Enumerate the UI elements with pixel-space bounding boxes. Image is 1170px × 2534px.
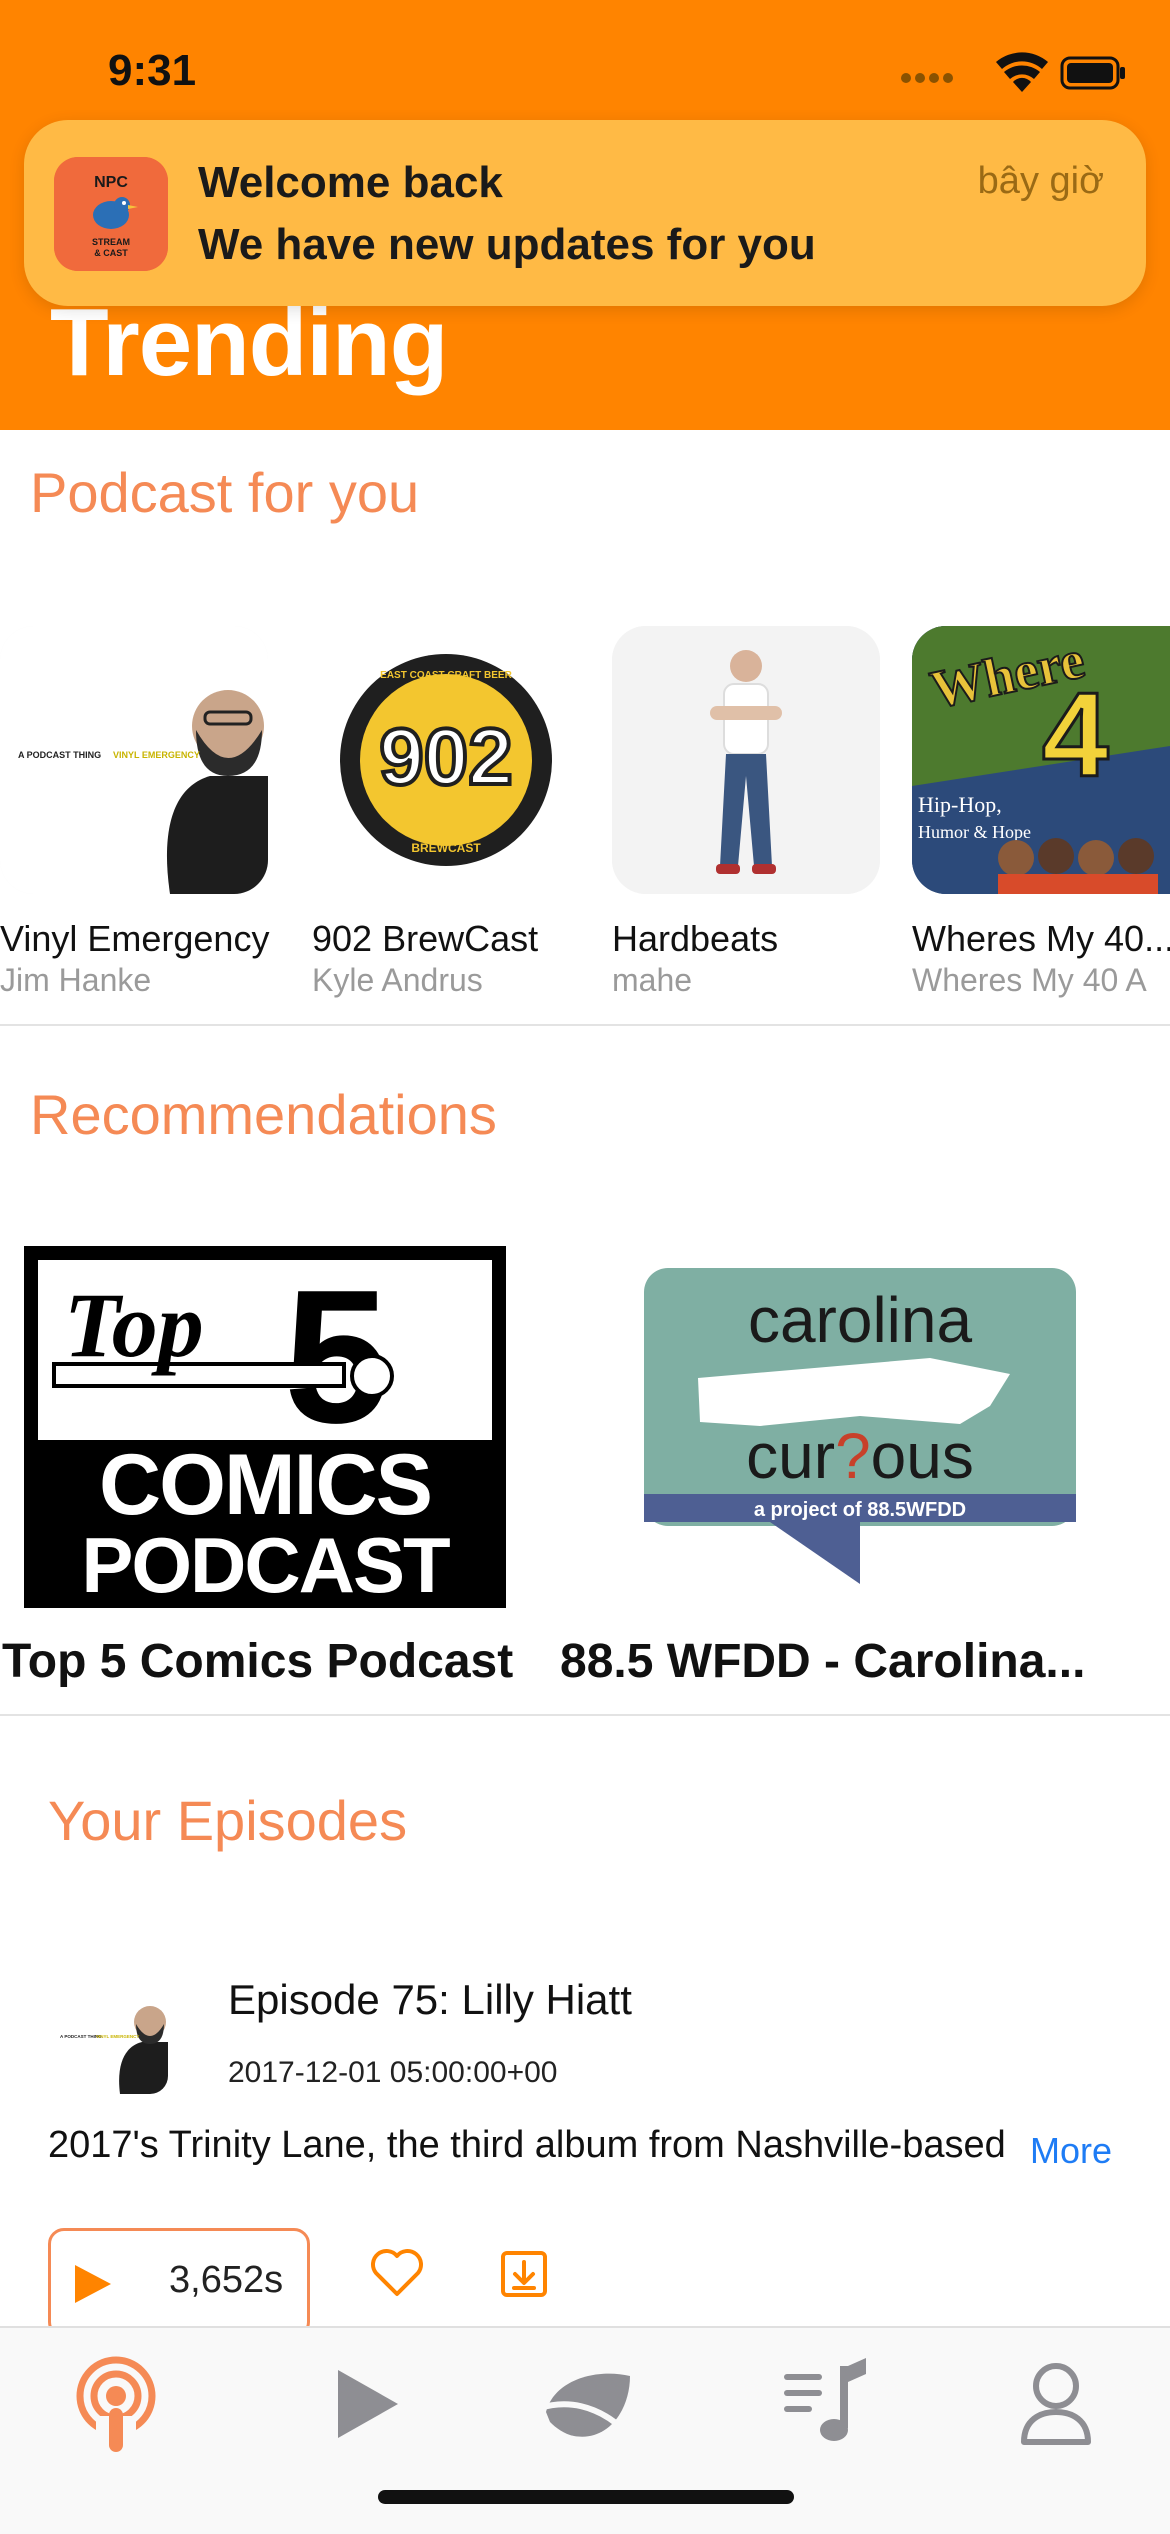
svg-text:Humor & Hope: Humor & Hope	[918, 822, 1031, 842]
episode-artwork: A PODCAST THING VINYL EMERGENCY	[56, 1982, 168, 2094]
svg-text:& CAST: & CAST	[94, 248, 128, 258]
section-divider	[0, 1024, 1170, 1026]
svg-text:VINYL EMERGENCY: VINYL EMERGENCY	[96, 2034, 139, 2039]
art-caption: Hip-Hop,	[918, 792, 1002, 817]
notification-time: bây giờ	[977, 160, 1104, 202]
more-link[interactable]: More	[1030, 2130, 1112, 2172]
episode-description: 2017's Trinity Lane, the third album fro…	[48, 2124, 1006, 2166]
tab-player[interactable]	[306, 2356, 426, 2456]
podcast-title: Wheres My 40...	[912, 918, 1170, 959]
svg-text:COMICS: COMICS	[99, 1437, 431, 1533]
podcast-artwork	[612, 626, 880, 894]
battery-icon	[1060, 56, 1125, 90]
status-icons	[901, 52, 1125, 92]
section-title-recommendations: Recommendations	[30, 1083, 497, 1146]
svg-text:A PODCAST THING: A PODCAST THING	[18, 750, 101, 760]
recommendation-title: Top 5 Comics Podcast	[2, 1635, 514, 1688]
episode-title[interactable]: Episode 75: Lilly Hiatt	[228, 1976, 632, 2024]
playlist-icon	[784, 2358, 866, 2441]
podcast-author: Jim Hanke	[0, 962, 152, 998]
section-divider	[0, 1714, 1170, 1716]
svg-text:NPC: NPC	[94, 174, 128, 191]
svg-text:EAST COAST CRAFT BEER: EAST COAST CRAFT BEER	[380, 670, 512, 681]
signal-icon	[901, 73, 953, 83]
svg-text:Top: Top	[64, 1274, 204, 1376]
home-indicator[interactable]	[378, 2490, 794, 2504]
episode-date: 2017-12-01 05:00:00+00	[228, 2056, 558, 2089]
heart-icon[interactable]	[370, 2248, 424, 2298]
svg-text:902: 902	[379, 712, 512, 801]
podcast-artwork: 902 EAST COAST CRAFT BEER BREWCAST	[312, 626, 580, 894]
bird-logo-icon: NPC STREAM & CAST	[54, 157, 168, 271]
podcast-author: mahe	[612, 962, 693, 998]
wifi-icon	[996, 52, 1048, 92]
notification-title: Welcome back	[198, 158, 503, 207]
podcast-title: Vinyl Emergency	[0, 918, 270, 959]
episode-duration: 3,652s	[169, 2259, 284, 2301]
podcast-icon	[76, 2356, 156, 2456]
svg-text:carolina: carolina	[748, 1284, 973, 1356]
play-icon	[338, 2370, 398, 2438]
tab-playlist[interactable]	[766, 2356, 886, 2456]
recommendation-artwork: carolina cur?ous a project of 88.5WFDD	[560, 1246, 1080, 1608]
profile-icon	[1021, 2363, 1091, 2445]
svg-text:BREWCAST: BREWCAST	[411, 841, 481, 855]
recommendation-title: 88.5 WFDD - Carolina...	[560, 1635, 1086, 1688]
svg-text:cur?ous: cur?ous	[746, 1420, 974, 1492]
podcast-title: 902 BrewCast	[312, 918, 539, 959]
svg-text:PODCAST: PODCAST	[81, 1521, 450, 1608]
svg-text:STREAM: STREAM	[92, 237, 130, 247]
play-button[interactable]: 3,652s	[48, 2228, 310, 2338]
section-title-episodes: Your Episodes	[48, 1789, 408, 1852]
svg-text:4: 4	[1042, 668, 1109, 802]
app-icon: NPC STREAM & CAST	[54, 157, 168, 271]
svg-text:VINYL EMERGENCY: VINYL EMERGENCY	[113, 750, 200, 760]
podcast-author: Wheres My 40 A	[912, 962, 1147, 998]
tab-podcasts[interactable]	[56, 2356, 176, 2456]
notification-banner[interactable]: NPC STREAM & CAST Welcome back We have n…	[24, 120, 1146, 306]
podcast-author: Kyle Andrus	[312, 962, 483, 998]
svg-text:a project of 88.5WFDD: a project of 88.5WFDD	[754, 1499, 966, 1521]
tab-profile[interactable]	[996, 2356, 1116, 2456]
section-title-podcasts: Podcast for you	[30, 461, 420, 524]
play-icon	[75, 2265, 111, 2303]
tab-discover[interactable]	[526, 2356, 646, 2456]
download-icon[interactable]	[500, 2250, 548, 2298]
leaf-icon	[537, 2373, 630, 2437]
notification-body: We have new updates for you	[198, 220, 816, 269]
podcast-title: Hardbeats	[612, 918, 779, 959]
podcast-artwork: A PODCAST THING VINYL EMERGENCY	[0, 626, 268, 894]
status-time: 9:31	[108, 46, 197, 95]
podcast-artwork: Where 4 Hip-Hop, Humor & Hope	[912, 626, 1170, 894]
recommendation-artwork: Top 5 COMICS PODCAST	[24, 1246, 506, 1609]
